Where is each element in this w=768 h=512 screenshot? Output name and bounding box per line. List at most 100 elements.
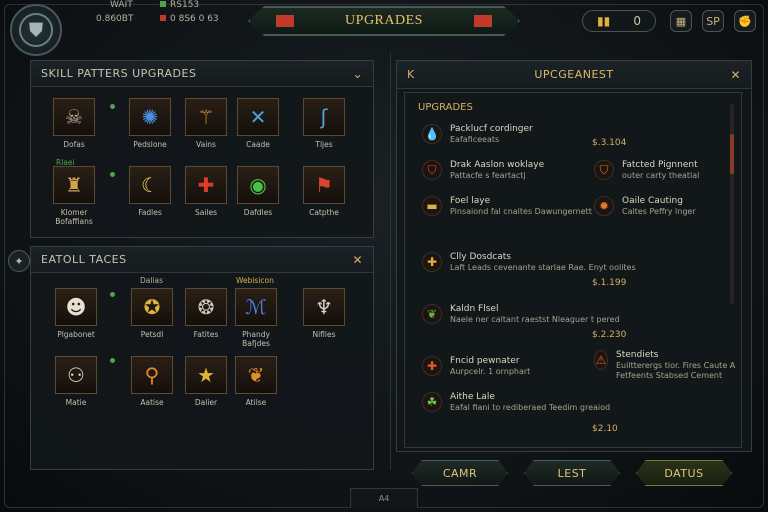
unlock-pip (110, 292, 115, 297)
skill-item[interactable]: ⚑ Catpthe (296, 166, 352, 217)
close-icon[interactable]: ✕ (352, 253, 363, 267)
upgrade-entry[interactable]: ⛉ Fatcted Pignnent outer carty theatlal (594, 160, 699, 181)
unlock-pip (110, 358, 115, 363)
upgrade-desc: Caltes Peffry lnger (622, 207, 696, 216)
upgrade-entry[interactable]: ✚ Fncid pewnater Aurpcelr. 1 ornphart (422, 356, 530, 377)
upgrade-title: Foel laye (450, 196, 491, 206)
blue-wolf-icon: ✺ (129, 98, 171, 136)
mandala-icon: ❂ (185, 288, 227, 326)
close-icon[interactable]: ✕ (730, 68, 741, 82)
upgrade-title: Clly Dosdcats (450, 252, 511, 262)
horned-mask-icon: ♆ (303, 288, 345, 326)
skill-label: Klomer Bofaffians (55, 208, 93, 226)
warning-icon: ⚠ (594, 350, 608, 370)
skill-item[interactable]: ⚚ Vains (178, 98, 234, 149)
unlock-pip (110, 104, 115, 109)
tactic-item[interactable]: ❂ Fatites (178, 288, 234, 339)
tactic-label: Aatise (140, 398, 164, 407)
tactic-label: Fatites (193, 330, 219, 339)
skill-item[interactable]: ☠ Dofas (46, 98, 102, 149)
tactic-item[interactable]: ⚇ Matie (48, 356, 104, 407)
chest-icon: ▬ (422, 196, 442, 216)
price-label: $2.10 (592, 424, 618, 434)
gold-star-icon: ★ (185, 356, 227, 394)
upgrade-entry[interactable]: ▬ Foel laye Pinsaiond fal cnaltes Dawunger… (422, 196, 592, 217)
upgrade-desc: Aurpcelr. 1 ornphart (450, 367, 531, 376)
upgrade-entry[interactable]: ⛉ Drak Aaslon woklaye Pattacfe s feartactj (422, 160, 544, 181)
blue-rune-icon: ℳ (235, 288, 277, 326)
skill-label: Catpthe (309, 208, 339, 217)
camr-button[interactable]: CAMR (412, 460, 508, 486)
chevron-down-icon[interactable]: ⌄ (352, 67, 363, 81)
gold-cross-icon: ✚ (422, 252, 442, 272)
tactic-label: Matie (65, 398, 87, 407)
skill-label: Vains (196, 140, 216, 149)
upgrade-title: Drak Aaslon woklaye (450, 160, 545, 170)
skill-panel-header[interactable]: SKILL PATTERS UPGRADES ⌄ (31, 61, 373, 87)
skill-item[interactable]: ♜ Klomer Bofaffians (46, 166, 102, 226)
upgrade-desc: Eafal fiani to rediberaed Teedim greaiod (450, 403, 611, 412)
upgrade-entry[interactable]: ⚠ Stendiets Euiltterergs tior. Fires Caute… (594, 350, 768, 381)
tactics-note-2: Webisicon (236, 276, 274, 285)
tactic-label: Niflles (312, 330, 336, 339)
skill-item[interactable]: ✚ Sailes (178, 166, 234, 217)
red-banner-icon: ⚑ (303, 166, 345, 204)
price-label: $.2.230 (592, 330, 627, 340)
red-shield-icon: ⛉ (422, 160, 442, 180)
trophy-icon[interactable]: ▦ (670, 10, 692, 32)
faction-emblem[interactable]: ⛊ (10, 4, 62, 56)
sp-icon[interactable]: SP (702, 10, 724, 32)
upgrade-title: Fncid pewnater (450, 356, 520, 366)
skill-item[interactable]: ʃ Tljes (296, 98, 352, 149)
green-eye-icon: ◉ (237, 166, 279, 204)
upgrade-entry[interactable]: ✹ Oaile Cauting Caltes Peffry lnger (594, 196, 696, 217)
upgrade-desc: Euiltterergs tior. Fires Caute A Fetfeen… (616, 361, 736, 380)
tactic-item[interactable]: ☻ Plgabonet (48, 288, 104, 339)
tactic-item[interactable]: ℳ Phandy Bafjdes (228, 288, 284, 348)
tactic-item[interactable]: ♆ Niflles (296, 288, 352, 339)
upgrade-entry[interactable]: ☘ Aithe Lale Eafal fiani to rediberaed Tee… (422, 392, 610, 413)
flame-drop-icon: 💧 (422, 124, 442, 144)
back-icon[interactable]: K (407, 68, 415, 81)
skull-icon: ☻ (55, 288, 97, 326)
page-title: UPGRADES (345, 13, 423, 28)
scrollbar[interactable] (730, 104, 734, 304)
tactic-item[interactable]: ❦ Atilse (228, 356, 284, 407)
scrollbar-thumb[interactable] (730, 134, 734, 174)
skill-label: Caade (246, 140, 270, 149)
upgrade-desc: Pattacfe s feartactj (450, 171, 526, 180)
skill-item[interactable]: ✕ Caade (230, 98, 286, 149)
beast-skull-icon: ☠ (53, 98, 95, 136)
upgrade-title: Packlucf cordinger (450, 124, 533, 134)
gold-ring-icon: ✪ (131, 288, 173, 326)
upgrade-entry[interactable]: ✚ Clly Dosdcats Laft Leads cevenante starl… (422, 252, 636, 273)
tactics-panel-header[interactable]: EATOLL TACES ✕ (31, 247, 373, 273)
price-label: $.1.199 (592, 278, 627, 288)
orange-shield-icon: ⛉ (594, 160, 614, 180)
tactic-item[interactable]: ✪ Petsdl (124, 288, 180, 339)
banner-right-accent (474, 15, 492, 27)
bottom-tab[interactable]: A4 (350, 488, 418, 508)
tactic-item[interactable]: ★ Dalier (178, 356, 234, 407)
skill-item[interactable]: ◉ Dafdles (230, 166, 286, 217)
lest-button[interactable]: LEST (524, 460, 620, 486)
crossed-blades-icon: ✕ (237, 98, 279, 136)
currency-display[interactable]: ▮▮ 0 (582, 10, 656, 32)
skill-label: Fadles (138, 208, 162, 217)
tactic-label: Atilse (245, 398, 267, 407)
fist-icon[interactable]: ✊ (734, 10, 756, 32)
upgrade-desc: Laft Leads cevenante starlae Rae. Enyt o… (450, 263, 636, 272)
compass-icon[interactable]: ✦ (8, 250, 30, 272)
upgrade-title: Stendiets (616, 350, 659, 360)
datus-button[interactable]: DATUS (636, 460, 732, 486)
upgrade-entry[interactable]: ❦ Kaldn Flsel Naele ner caltant raestst Nl… (422, 304, 620, 325)
tactics-panel-title: EATOLL TACES (41, 253, 127, 266)
upgrade-entry[interactable]: 💧 Packlucf cordinger Eafaficeeats (422, 124, 533, 145)
skill-item[interactable]: ☾ Fadles (122, 166, 178, 217)
upgrades-section-title: UPGRADES (418, 102, 473, 113)
tactic-item[interactable]: ⚲ Aatise (124, 356, 180, 407)
skill-item[interactable]: ✺ Pedslone (122, 98, 178, 149)
upgrades-panel-header: K UPCGEANEST ✕ (397, 61, 751, 89)
red-cross-icon: ✚ (185, 166, 227, 204)
skill-label: Pedslone (133, 140, 167, 149)
